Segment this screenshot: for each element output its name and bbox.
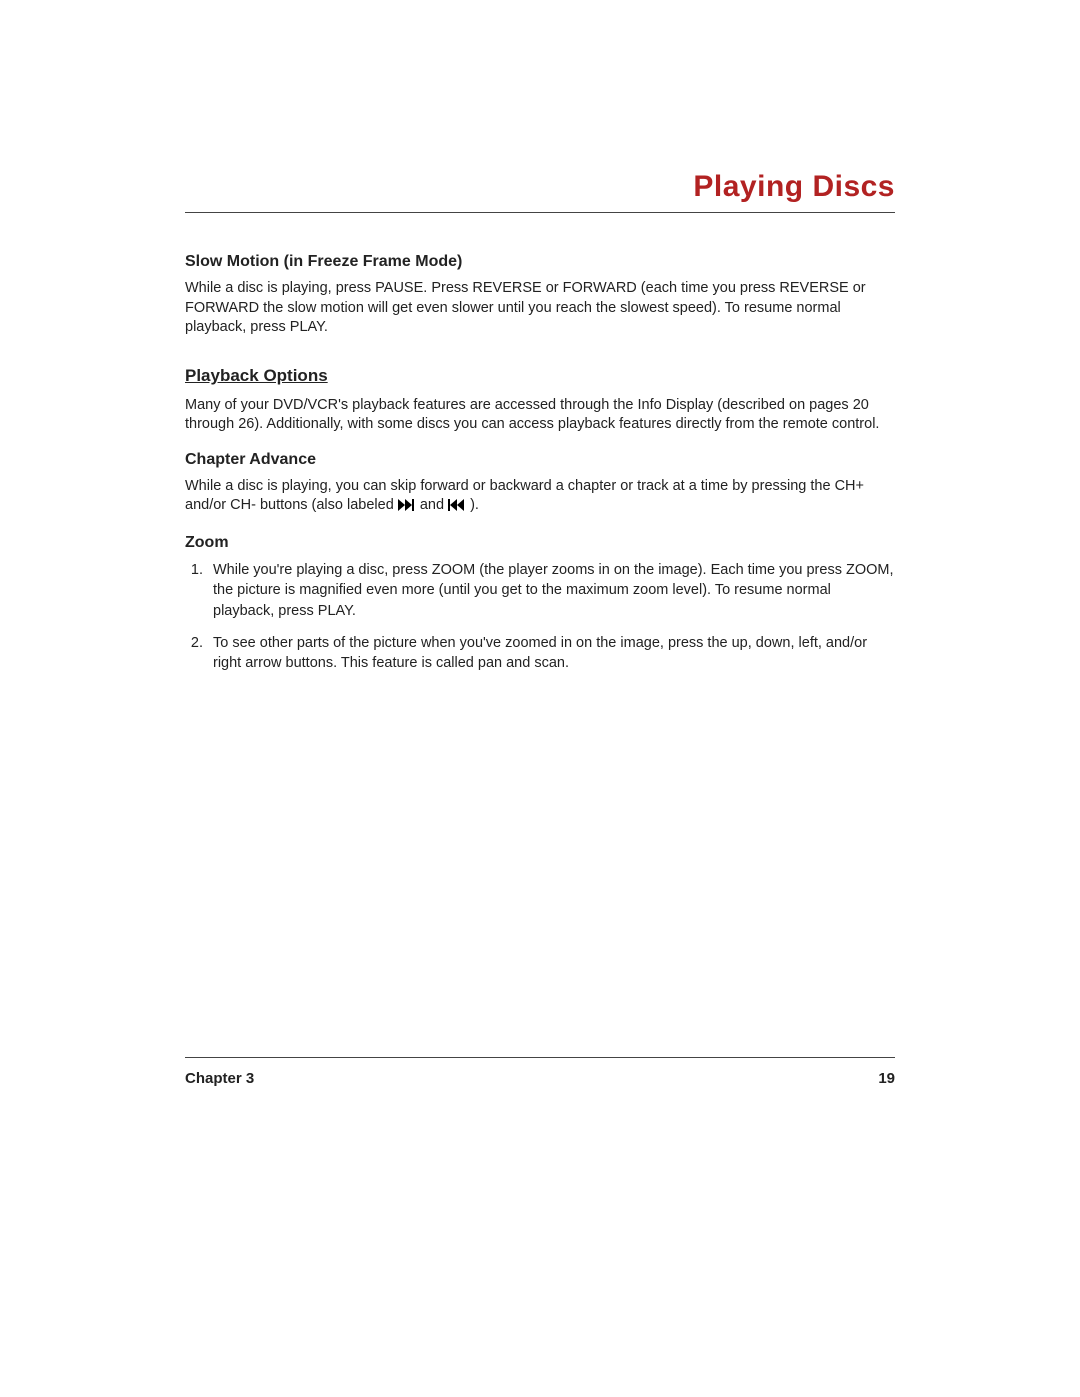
- footer-chapter-label: Chapter 3: [185, 1070, 254, 1087]
- paragraph-playback-options: Many of your DVD/VCR's playback features…: [185, 396, 895, 435]
- zoom-list-item-1: While you're playing a disc, press ZOOM …: [207, 560, 895, 621]
- chapter-advance-text-pre: While a disc is playing, you can skip fo…: [185, 478, 864, 514]
- heading-slow-motion: Slow Motion (in Freeze Frame Mode): [185, 253, 895, 271]
- heading-playback-options: Playback Options: [185, 366, 895, 386]
- paragraph-slow-motion: While a disc is playing, press PAUSE. Pr…: [185, 279, 895, 338]
- zoom-list-item-2: To see other parts of the picture when y…: [207, 633, 895, 674]
- heading-chapter-advance: Chapter Advance: [185, 451, 895, 469]
- zoom-list: While you're playing a disc, press ZOOM …: [185, 560, 895, 673]
- page-footer: Chapter 3 19: [185, 1057, 895, 1087]
- footer-page-number: 19: [878, 1070, 895, 1087]
- chapter-advance-text-post: ).: [470, 497, 479, 513]
- next-track-icon: [398, 498, 416, 518]
- content-area: Playing Discs Slow Motion (in Freeze Fra…: [185, 170, 895, 685]
- page-title: Playing Discs: [185, 170, 895, 213]
- chapter-advance-text-mid: and: [420, 497, 448, 513]
- paragraph-chapter-advance: While a disc is playing, you can skip fo…: [185, 477, 895, 518]
- heading-zoom: Zoom: [185, 534, 895, 552]
- prev-track-icon: [448, 498, 466, 518]
- manual-page: Playing Discs Slow Motion (in Freeze Fra…: [0, 0, 1080, 1397]
